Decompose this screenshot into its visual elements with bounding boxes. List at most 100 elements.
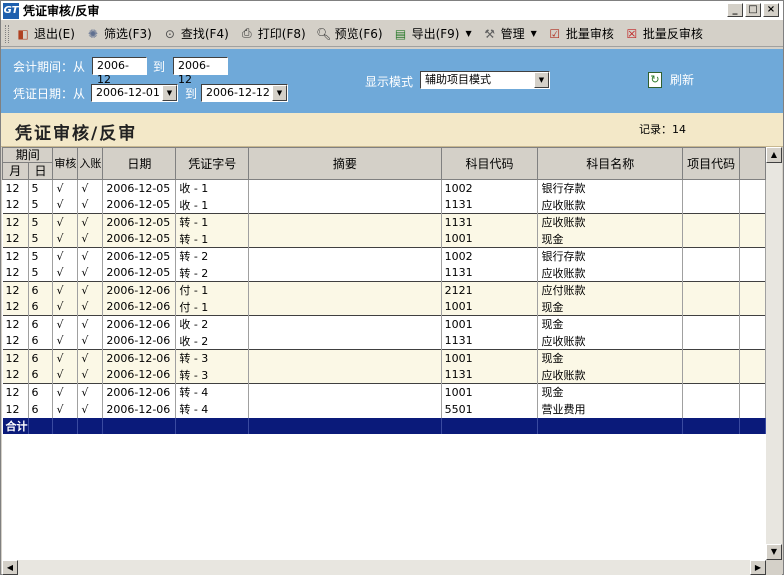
period-from-input[interactable]: 2006-12: [92, 57, 147, 86]
month-cell[interactable]: 12: [2, 332, 29, 350]
table-row[interactable]: 12 5 √ √ 2006-12-05 转 - 1 1131 应收账款: [2, 213, 766, 231]
summary-cell[interactable]: [248, 298, 442, 316]
summary-cell[interactable]: [248, 264, 442, 282]
period-to-input[interactable]: 2006-12: [173, 57, 228, 86]
preview-button[interactable]: 🔍︎ 预览(F6): [316, 25, 383, 42]
voucher-cell[interactable]: 收 - 1: [175, 179, 250, 197]
summary-cell[interactable]: [248, 383, 442, 401]
summary-cell[interactable]: [248, 230, 442, 248]
month-cell[interactable]: 12: [2, 383, 29, 401]
col-summary-header[interactable]: 摘要: [248, 147, 442, 180]
month-cell[interactable]: 12: [2, 196, 29, 214]
table-row[interactable]: 12 5 √ √ 2006-12-05 转 - 1 1001 现金: [2, 230, 766, 248]
day-cell[interactable]: 5: [28, 196, 54, 214]
dropdown-arrow-icon[interactable]: ▼: [465, 29, 471, 38]
name-cell[interactable]: 银行存款: [537, 179, 684, 197]
date-cell[interactable]: 2006-12-05: [102, 213, 177, 231]
close-button[interactable]: ×: [763, 3, 779, 17]
day-cell[interactable]: 6: [28, 281, 54, 299]
month-cell[interactable]: 12: [2, 281, 29, 299]
table-row[interactable]: 12 6 √ √ 2006-12-06 收 - 2 1001 现金: [2, 315, 766, 333]
date-cell[interactable]: 2006-12-05: [102, 247, 177, 265]
date-cell[interactable]: 2006-12-06: [102, 315, 177, 333]
item-cell[interactable]: [682, 366, 741, 384]
scroll-down-icon[interactable]: ▼: [766, 544, 782, 560]
col-voucher-header[interactable]: 凭证字号: [175, 147, 250, 180]
audit-cell[interactable]: √: [52, 264, 79, 282]
date-cell[interactable]: 2006-12-05: [102, 179, 177, 197]
day-cell[interactable]: 6: [28, 315, 54, 333]
code-cell[interactable]: 1001: [441, 349, 539, 367]
code-cell[interactable]: 5501: [441, 400, 539, 418]
post-cell[interactable]: √: [77, 281, 104, 299]
date-cell[interactable]: 2006-12-06: [102, 383, 177, 401]
audit-cell[interactable]: √: [52, 230, 79, 248]
item-cell[interactable]: [682, 315, 741, 333]
day-cell[interactable]: 5: [28, 213, 54, 231]
month-cell[interactable]: 12: [2, 366, 29, 384]
month-cell[interactable]: 12: [2, 349, 29, 367]
table-row[interactable]: 12 5 √ √ 2006-12-05 收 - 1 1131 应收账款: [2, 196, 766, 214]
post-cell[interactable]: √: [77, 213, 104, 231]
name-cell[interactable]: 应付账款: [537, 281, 684, 299]
table-row[interactable]: 12 6 √ √ 2006-12-06 转 - 4 5501 营业费用: [2, 400, 766, 418]
month-cell[interactable]: 12: [2, 400, 29, 418]
name-cell[interactable]: 应收账款: [537, 213, 684, 231]
dropdown-arrow-icon[interactable]: ▼: [531, 29, 537, 38]
day-cell[interactable]: 5: [28, 247, 54, 265]
name-cell[interactable]: 现金: [537, 383, 684, 401]
day-cell[interactable]: 6: [28, 332, 54, 350]
item-cell[interactable]: [682, 298, 741, 316]
refresh-button[interactable]: ↻ 刷新: [648, 71, 694, 88]
code-cell[interactable]: 1001: [441, 230, 539, 248]
voucher-cell[interactable]: 收 - 1: [175, 196, 250, 214]
name-cell[interactable]: 应收账款: [537, 196, 684, 214]
vertical-scrollbar[interactable]: ▲ ▼: [766, 147, 782, 560]
audit-cell[interactable]: √: [52, 400, 79, 418]
item-cell[interactable]: [682, 349, 741, 367]
audit-cell[interactable]: √: [52, 366, 79, 384]
summary-cell[interactable]: [248, 349, 442, 367]
voucher-cell[interactable]: 收 - 2: [175, 332, 250, 350]
day-cell[interactable]: 5: [28, 264, 54, 282]
summary-cell[interactable]: [248, 332, 442, 350]
find-button[interactable]: ⊙ 查找(F4): [162, 25, 229, 42]
post-cell[interactable]: √: [77, 400, 104, 418]
date-cell[interactable]: 2006-12-05: [102, 264, 177, 282]
name-cell[interactable]: 应收账款: [537, 366, 684, 384]
item-cell[interactable]: [682, 400, 741, 418]
name-cell[interactable]: 现金: [537, 315, 684, 333]
post-cell[interactable]: √: [77, 332, 104, 350]
voucher-cell[interactable]: 收 - 2: [175, 315, 250, 333]
month-cell[interactable]: 12: [2, 213, 29, 231]
code-cell[interactable]: 1131: [441, 196, 539, 214]
scroll-up-icon[interactable]: ▲: [766, 147, 782, 163]
date-from-picker[interactable]: 2006-12-01 ▼: [91, 84, 178, 102]
name-cell[interactable]: 现金: [537, 298, 684, 316]
audit-cell[interactable]: √: [52, 213, 79, 231]
date-to-picker[interactable]: 2006-12-12 ▼: [201, 84, 288, 102]
voucher-cell[interactable]: 转 - 3: [175, 349, 250, 367]
date-cell[interactable]: 2006-12-06: [102, 400, 177, 418]
day-cell[interactable]: 6: [28, 366, 54, 384]
table-row[interactable]: 12 6 √ √ 2006-12-06 转 - 4 1001 现金: [2, 383, 766, 401]
maximize-button[interactable]: □: [745, 3, 761, 17]
table-row[interactable]: 12 6 √ √ 2006-12-06 付 - 1 2121 应付账款: [2, 281, 766, 299]
audit-cell[interactable]: √: [52, 383, 79, 401]
voucher-cell[interactable]: 转 - 1: [175, 230, 250, 248]
code-cell[interactable]: 1131: [441, 213, 539, 231]
code-cell[interactable]: 1131: [441, 366, 539, 384]
toolbar-grip[interactable]: [5, 25, 9, 43]
minimize-button[interactable]: _: [727, 3, 743, 17]
date-cell[interactable]: 2006-12-06: [102, 298, 177, 316]
manage-button[interactable]: ⚒ 管理 ▼: [482, 25, 537, 42]
scroll-left-icon[interactable]: ◀: [2, 560, 18, 575]
chevron-down-icon[interactable]: ▼: [534, 72, 549, 88]
name-cell[interactable]: 营业费用: [537, 400, 684, 418]
day-cell[interactable]: 6: [28, 349, 54, 367]
col-audit-header[interactable]: 审核: [52, 147, 79, 180]
date-cell[interactable]: 2006-12-06: [102, 281, 177, 299]
voucher-cell[interactable]: 付 - 1: [175, 281, 250, 299]
audit-cell[interactable]: √: [52, 315, 79, 333]
exit-button[interactable]: ◧ 退出(E): [15, 25, 75, 42]
